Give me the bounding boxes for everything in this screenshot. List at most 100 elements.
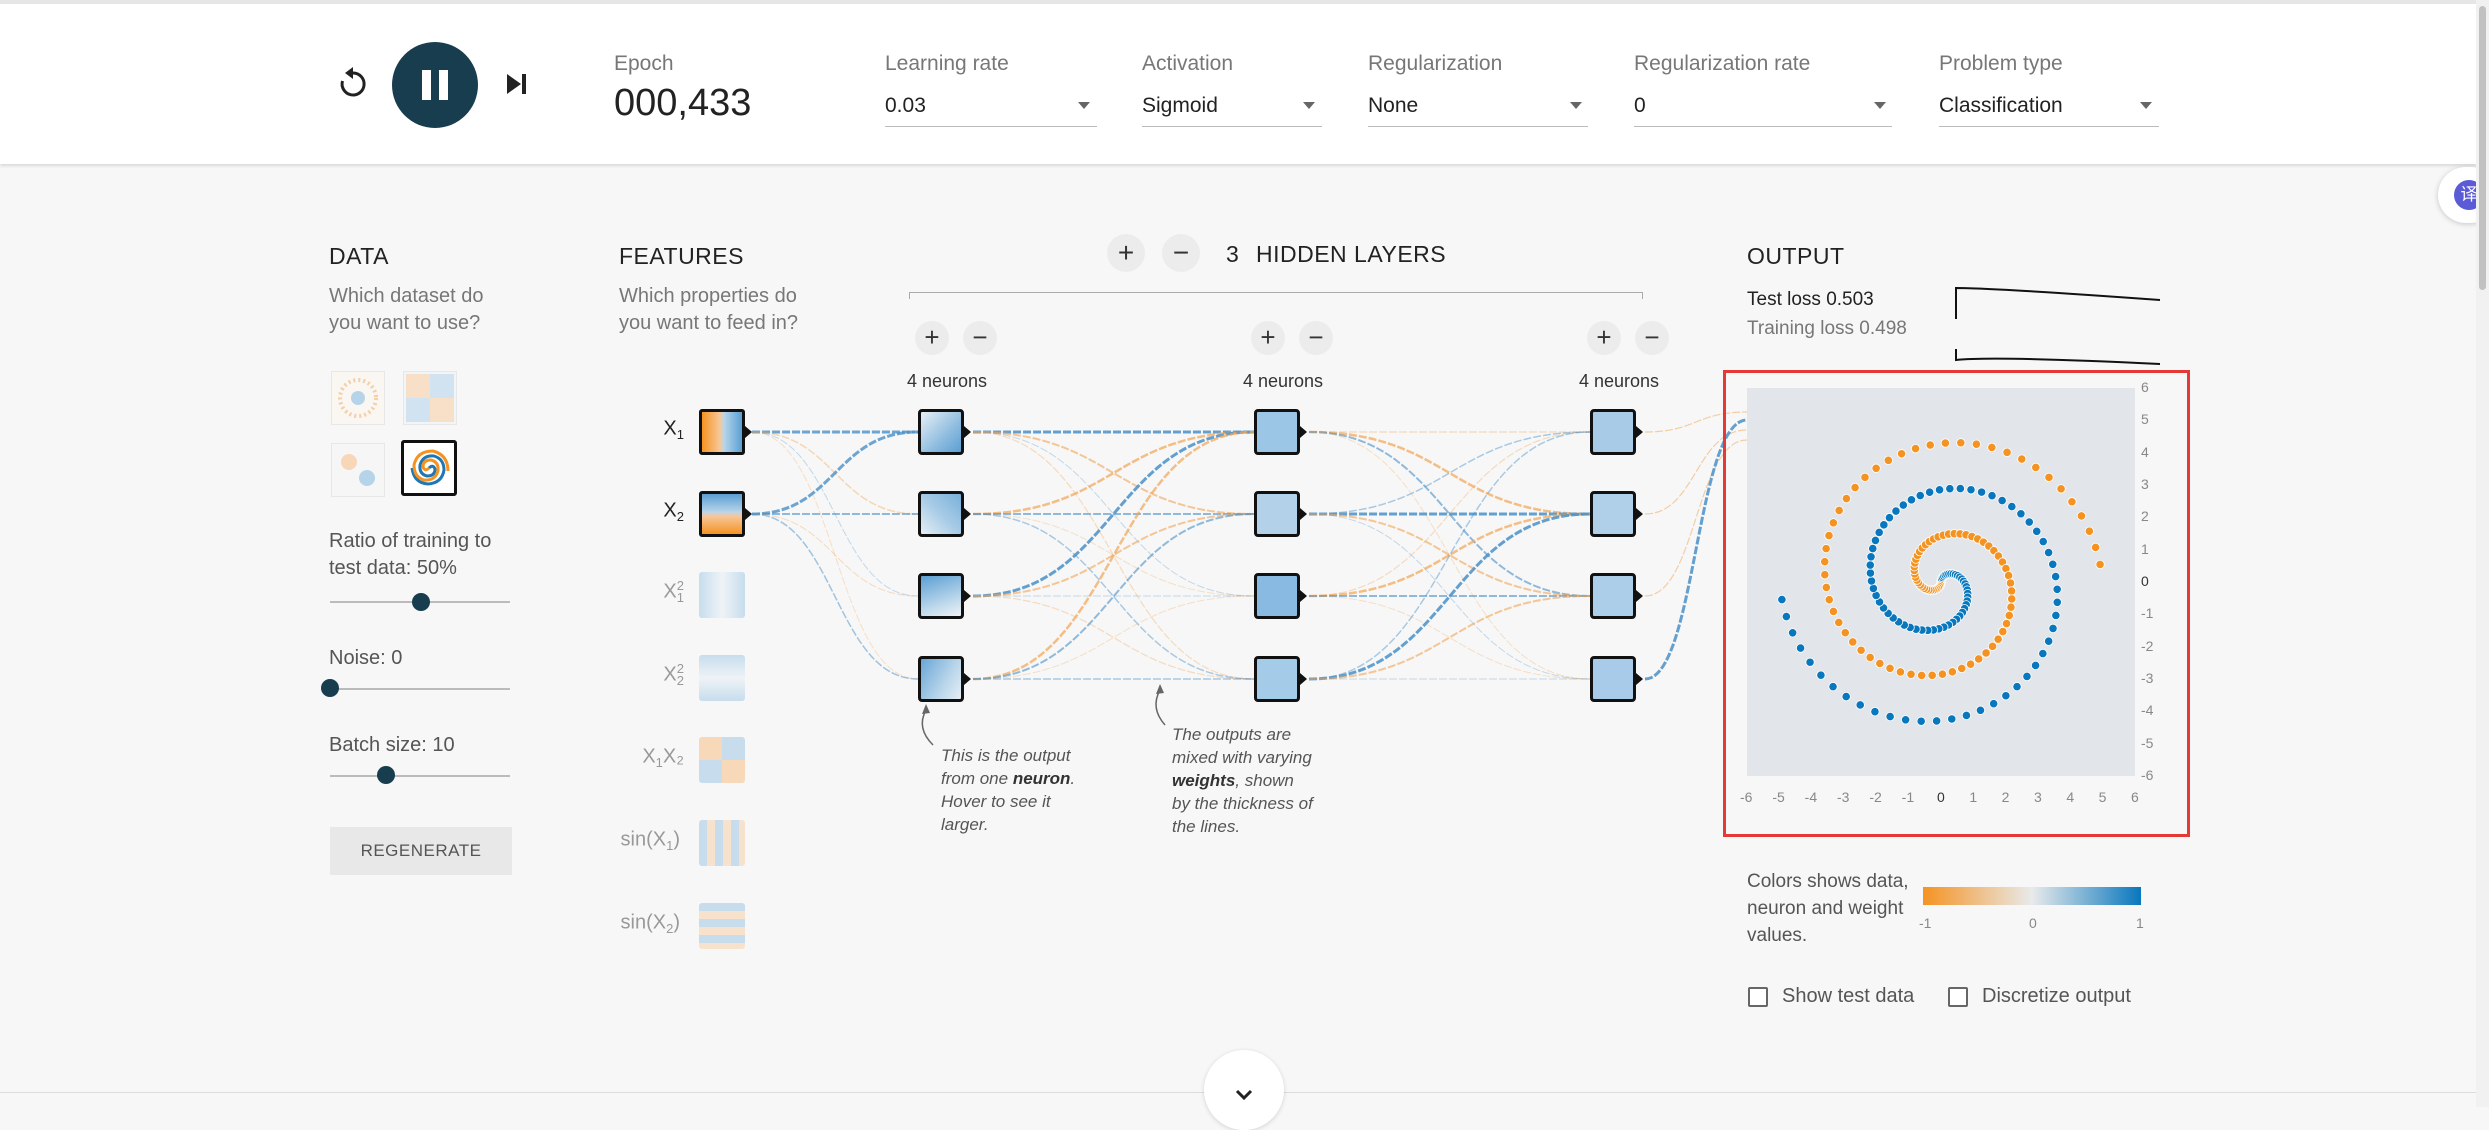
data-point	[1865, 560, 1875, 570]
x-tick: -5	[1772, 789, 1785, 805]
data-point	[1925, 487, 1935, 497]
data-point	[1816, 670, 1826, 680]
data-point	[2001, 691, 2011, 701]
data-point	[2007, 594, 2017, 604]
data-point	[2038, 536, 2048, 547]
data-point	[2032, 526, 2042, 536]
data-point	[1834, 505, 1844, 516]
neuron-note-line: larger.	[941, 815, 989, 834]
x-tick: -2	[1869, 789, 1882, 805]
data-point	[1875, 658, 1885, 669]
x-tick: 2	[2001, 789, 2010, 805]
data-point	[2067, 497, 2077, 507]
y-tick: -3	[2141, 670, 2154, 686]
data-point	[1781, 611, 1791, 622]
data-point	[1841, 692, 1851, 702]
data-point	[2084, 526, 2094, 536]
data-point	[1917, 670, 1927, 681]
x-tick: 3	[2034, 789, 2042, 805]
data-point	[1885, 711, 1895, 722]
data-point	[2043, 547, 2054, 558]
x-tick: -1	[1901, 789, 1915, 805]
data-point	[1820, 557, 1830, 567]
data-point	[1955, 483, 1965, 494]
training-loss-value: 0.498	[1859, 318, 1907, 339]
data-point	[1901, 715, 1911, 725]
data-point	[1820, 570, 1830, 580]
data-point	[2051, 571, 2061, 582]
x-tick: 0	[1937, 789, 1945, 805]
data-point	[1987, 491, 1997, 501]
data-point	[2076, 511, 2087, 521]
discretize-output-label[interactable]: Discretize output	[1982, 985, 2131, 1008]
data-point	[1795, 643, 1806, 653]
data-point	[1855, 700, 1865, 710]
data-point	[1934, 485, 1945, 495]
data-point	[1993, 634, 2003, 644]
data-point	[1850, 482, 1860, 493]
data-point	[2095, 559, 2105, 570]
data-point	[1956, 438, 1966, 448]
data-point	[2044, 636, 2054, 646]
data-point	[1906, 669, 1916, 679]
data-point	[1871, 463, 1881, 473]
data-point	[1987, 442, 1997, 453]
training-loss: Training loss 0.498	[1747, 318, 1907, 340]
data-point	[1866, 576, 1877, 586]
data-point	[2056, 484, 2066, 494]
y-tick: -1	[2141, 605, 2154, 622]
data-point	[1865, 568, 1876, 578]
scale-label-min: -1	[1919, 915, 1932, 931]
data-point	[1915, 490, 1925, 501]
data-point	[1974, 654, 1984, 664]
data-point	[1957, 663, 1967, 674]
data-point	[2007, 501, 2017, 512]
data-point	[1866, 552, 1876, 562]
weights-note-line: The outputs are	[1172, 725, 1292, 744]
weights-note-line: the lines.	[1172, 817, 1241, 836]
data-point	[1976, 487, 1987, 497]
data-point	[1848, 637, 1858, 647]
data-point	[2001, 618, 2012, 629]
scroll-down-button[interactable]	[1204, 1050, 1284, 1130]
y-tick: 3	[2141, 476, 2149, 492]
scale-label-mid: 0	[2029, 915, 2037, 931]
data-point	[1927, 670, 1937, 680]
y-tick: 0	[2141, 573, 2149, 589]
y-tick: -6	[2141, 767, 2154, 783]
data-point	[1898, 500, 1908, 510]
data-point	[2044, 472, 2054, 482]
data-point	[1932, 716, 1942, 726]
color-scale-bar	[1923, 887, 2141, 905]
data-point	[2005, 578, 2016, 588]
data-point	[2038, 648, 2048, 659]
data-point	[1947, 667, 1957, 677]
data-point	[1971, 439, 1981, 449]
data-point	[1961, 710, 1972, 720]
data-point	[1965, 659, 1976, 669]
show-test-data-checkbox[interactable]	[1748, 987, 1768, 1007]
discretize-output-checkbox[interactable]	[1948, 987, 1968, 1007]
data-point	[1998, 626, 2008, 637]
x-tick: 6	[2131, 789, 2139, 805]
x-tick: -6	[1740, 789, 1753, 805]
colors-description: Colors shows data, neuron and weight val…	[1747, 871, 1909, 946]
note-emphasis: weights	[1172, 771, 1236, 790]
data-point	[2091, 542, 2101, 553]
scale-label-max: 1	[2136, 915, 2144, 931]
neuron-note: This is the output from one neuron. Hove…	[941, 744, 1075, 836]
output-heatmap[interactable]	[1747, 388, 2135, 776]
weights-note-line: weights, shown	[1172, 771, 1294, 790]
data-point	[1841, 494, 1852, 504]
data-point	[1989, 699, 1999, 709]
data-point	[1824, 595, 1834, 605]
test-loss: Test loss 0.503	[1747, 289, 1874, 311]
data-point	[1885, 663, 1895, 673]
show-test-data-label[interactable]: Show test data	[1782, 985, 1914, 1008]
data-point	[2031, 462, 2041, 472]
data-point	[1997, 495, 2007, 506]
y-tick: 5	[2141, 411, 2149, 428]
training-loss-label: Training loss	[1747, 318, 1855, 339]
data-point	[1896, 449, 1907, 459]
data-point	[1834, 617, 1844, 628]
